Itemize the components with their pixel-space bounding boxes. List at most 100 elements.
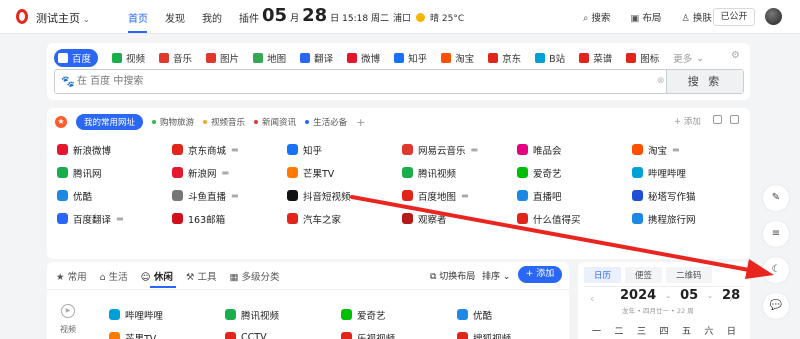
edit-icon[interactable] — [713, 115, 722, 124]
edit-note-icon[interactable]: ✎ — [763, 185, 789, 211]
add-site-link[interactable]: + 添加 — [674, 115, 701, 127]
video-site-link[interactable]: 优酷 — [457, 303, 573, 326]
video-sidebar-item[interactable]: ▶ 视频 — [58, 304, 78, 335]
site-link[interactable]: 百度地图 ▬ — [402, 184, 517, 207]
site-tab[interactable]: 购物旅游 — [152, 116, 194, 128]
engine-label: 图标 — [640, 54, 660, 65]
sort-list-icon[interactable]: ≡ — [763, 221, 789, 247]
site-link[interactable]: 京东商城 ▬ — [172, 138, 287, 161]
site-link[interactable]: 爱奇艺 — [517, 161, 632, 184]
tab-tools[interactable]: ⚒ 工具 — [186, 269, 217, 283]
video-site-link[interactable]: 爱奇艺 — [341, 303, 457, 326]
engine-tab[interactable]: 知乎 — [394, 51, 427, 65]
calendar-day[interactable]: 28 — [722, 288, 740, 303]
engine-tab[interactable]: 地图 — [253, 51, 286, 65]
site-link[interactable]: 新浪微博 — [57, 138, 172, 161]
tab-common[interactable]: ★ 常用 — [56, 269, 87, 283]
engine-tab[interactable]: 微博 — [347, 51, 380, 65]
switch-layout-button[interactable]: ⧉ 切换布局 — [430, 269, 475, 282]
engine-tab[interactable]: 菜谱 — [579, 51, 612, 65]
nav-home[interactable]: 首页 — [128, 10, 148, 25]
site-link[interactable]: 哔哩哔哩 — [632, 161, 747, 184]
weekday-label: 四 — [659, 327, 669, 337]
engine-tab[interactable]: 百度 — [54, 49, 99, 67]
site-link[interactable]: 抖音短视频 — [287, 184, 402, 207]
calendar-year[interactable]: 2024 — [620, 288, 656, 303]
skin-tool[interactable]: ♙ 换肤 — [681, 10, 712, 24]
site-link[interactable]: 163邮箱 — [172, 207, 287, 230]
moon-icon[interactable]: ☾ — [763, 257, 789, 283]
video-site-link[interactable]: 腾讯视频 — [225, 303, 341, 326]
site-tab[interactable]: 视频音乐 — [203, 116, 245, 128]
engine-tab[interactable]: 翻译 — [300, 51, 333, 65]
site-tab[interactable]: 我的常用网址 — [76, 114, 144, 130]
site-link[interactable]: 携程旅行网 — [632, 207, 747, 230]
site-link[interactable]: 网易云音乐 ▬ — [402, 138, 517, 161]
sort-dropdown[interactable]: 排序 ⌄ — [482, 269, 510, 282]
public-button[interactable]: 已公开 — [713, 8, 755, 26]
site-link[interactable]: 腾讯网 — [57, 161, 172, 184]
more-engines-button[interactable]: 更多 ⌄ — [673, 51, 704, 66]
nav-plugins[interactable]: 插件 — [239, 10, 259, 25]
tab-qrcode[interactable]: 二维码 — [666, 267, 712, 283]
nav-mine[interactable]: 我的 — [202, 10, 222, 25]
tab-multilevel[interactable]: ▦ 多级分类 — [229, 269, 279, 283]
video-site-link[interactable]: 搜狐视频 — [457, 326, 573, 339]
search-card: 百度 视频 音乐 图片 地图 翻译 微博 知乎 淘宝 京东 B站 菜谱 图标 更多 ⌄ ⚙ 🐾 ⊗ 搜 索 — [47, 43, 750, 100]
site-link[interactable]: 腾讯视频 — [402, 161, 517, 184]
site-link[interactable]: 什么值得买 — [517, 207, 632, 230]
tab-leisure[interactable]: ☺ 休闲 — [141, 269, 173, 283]
engine-tab[interactable]: 图标 — [626, 51, 659, 65]
tab-notes[interactable]: 便签 — [625, 267, 663, 283]
video-site-link[interactable]: CCTV — [225, 326, 341, 339]
top-bar: 测试主页 ⌄ 首页 发现 我的 插件 05 月 28 日 15:18 周二 浦口 … — [0, 0, 800, 34]
layout-tool[interactable]: ▣ 布局 — [630, 10, 661, 24]
engine-label: 百度 — [72, 54, 92, 65]
site-link[interactable]: 斗鱼直播 ▬ — [172, 184, 287, 207]
site-link[interactable]: 新浪网 ▬ — [172, 161, 287, 184]
clear-icon[interactable]: ⊗ — [657, 76, 665, 86]
engine-tab[interactable]: 视频 — [112, 51, 145, 65]
chat-icon[interactable]: 💬 — [763, 293, 789, 319]
engine-tab[interactable]: 图片 — [206, 51, 239, 65]
add-button[interactable]: + 添加 — [518, 266, 562, 283]
site-tab[interactable]: 生活必备 — [305, 116, 347, 128]
site-logo-icon — [287, 213, 298, 224]
site-link[interactable]: 直播吧 — [517, 184, 632, 207]
avatar[interactable] — [765, 8, 782, 25]
engine-tab[interactable]: 淘宝 — [441, 51, 474, 65]
search-button[interactable]: 搜 索 — [666, 70, 743, 93]
tab-calendar[interactable]: 日历 — [584, 267, 622, 283]
chevron-left-icon[interactable]: ‹ — [590, 292, 594, 305]
video-site-link[interactable]: 哔哩哔哩 — [109, 303, 225, 326]
search-input[interactable] — [77, 72, 647, 91]
gear-icon[interactable]: ⚙ — [731, 50, 740, 61]
weather-widget[interactable]: 浦口 晴 25°C — [393, 11, 464, 24]
more-icon[interactable] — [730, 115, 739, 124]
search-tool[interactable]: ⌕ 搜索 — [583, 10, 610, 24]
category-active-indicator — [150, 286, 176, 288]
opera-logo-icon[interactable] — [16, 9, 28, 24]
site-link[interactable]: 唯品会 — [517, 138, 632, 161]
calendar-month[interactable]: 05 — [680, 288, 698, 303]
engine-tab[interactable]: B站 — [535, 51, 565, 65]
video-site-link[interactable]: 乐视视频 — [341, 326, 457, 339]
site-link[interactable]: 优酷 — [57, 184, 172, 207]
engine-tab[interactable]: 音乐 — [159, 51, 192, 65]
site-tab[interactable]: 新闻资讯 — [254, 116, 296, 128]
site-label: 携程旅行网 — [648, 214, 696, 226]
site-link[interactable]: 秘塔写作猫 — [632, 184, 747, 207]
site-link[interactable]: 芒果TV — [287, 161, 402, 184]
nav-discover[interactable]: 发现 — [165, 10, 185, 25]
video-site-link[interactable]: 芒果TV — [109, 326, 225, 339]
site-title[interactable]: 测试主页 ⌄ — [36, 10, 90, 26]
site-link[interactable]: 淘宝 ▬ — [632, 138, 747, 161]
site-link[interactable]: 汽车之家 — [287, 207, 402, 230]
engine-tab[interactable]: 京东 — [488, 51, 521, 65]
tab-life[interactable]: ⌂ 生活 — [100, 269, 128, 283]
add-tab-icon[interactable]: + — [356, 116, 365, 129]
site-link[interactable]: 观察者 — [402, 207, 517, 230]
site-link[interactable]: 知乎 — [287, 138, 402, 161]
site-link[interactable]: 百度翻译 ▬ — [57, 207, 172, 230]
folder-icon: ▬ — [461, 191, 469, 200]
